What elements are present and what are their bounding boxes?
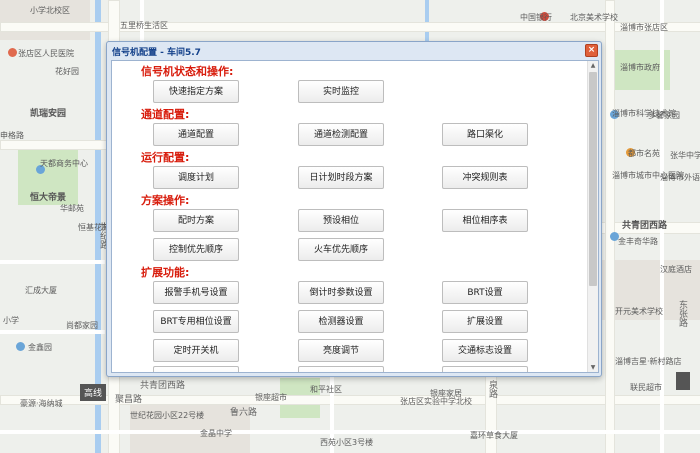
map-label: 多馨家园 [648, 111, 680, 120]
map-road-label: 鲁六路 [230, 408, 258, 418]
scrollbar-thumb[interactable] [589, 72, 597, 286]
train-priority-order-button[interactable]: 火车优先顺序 [298, 238, 384, 261]
map-label: 金丰奇华路 [618, 237, 658, 246]
map-road [605, 0, 615, 453]
section-plan-operations: 方案操作: [141, 194, 190, 207]
map-road-label: 东张路 [677, 300, 687, 327]
quick-plan-button[interactable]: 快速指定方案 [153, 80, 239, 103]
section-channel-config: 通道配置: [141, 108, 190, 121]
map-label: 世纪花园小区22号楼 [130, 411, 205, 420]
traffic-sign-setting-button[interactable]: 交通标志设置 [442, 339, 528, 362]
map-label: 凯瑞安园 [30, 109, 67, 119]
map-road [0, 260, 105, 264]
phase-sequence-table-button[interactable]: 相位相序表 [442, 209, 528, 232]
map-badge[interactable]: 高线 [80, 384, 107, 401]
map-label: 都市名苑 [628, 149, 660, 158]
map-label: 汇成大厦 [25, 286, 57, 295]
map-label: 金鑫园 [28, 343, 52, 352]
map-label: 豪源·海纳城 [20, 399, 63, 408]
brt-setting-button[interactable]: BRT设置 [442, 281, 528, 304]
map-road [0, 430, 700, 434]
map-label: 天都商务中心 [40, 159, 88, 168]
map-label: 开元美术学校 [615, 307, 663, 316]
map-label: 汉庭酒店 [660, 265, 692, 274]
map-label: 中国银行 [520, 13, 552, 22]
clipped-button[interactable] [442, 366, 528, 372]
section-extensions: 扩展功能: [141, 266, 190, 279]
map-label: 申格路 [0, 131, 24, 140]
map-label: 张店区人民医院 [18, 49, 74, 58]
map-label: 淄博吉星·新村路店 [615, 357, 682, 366]
timed-switch-button[interactable]: 定时开关机 [153, 339, 239, 362]
close-icon[interactable]: × [585, 44, 598, 57]
map-label: 尚都家园 [66, 321, 98, 330]
intersection-render-button[interactable]: 路口渠化 [442, 123, 528, 146]
map-road [0, 22, 700, 32]
map-label: 嘉环草食大厦 [470, 431, 518, 440]
map-label: 共青团西路 [622, 221, 668, 231]
control-priority-order-button[interactable]: 控制优先顺序 [153, 238, 239, 261]
map-label: 小学 [3, 316, 19, 325]
signal-config-dialog: 信号机配置 - 车间5.7 × 信号机状态和操作: 快速指定方案 实时监控 通道… [106, 41, 602, 377]
dialog-titlebar[interactable]: 信号机配置 - 车间5.7 × [107, 42, 601, 58]
brightness-adjust-button[interactable]: 亮度调节 [298, 339, 384, 362]
clipped-button[interactable] [298, 366, 384, 372]
timing-plan-button[interactable]: 配时方案 [153, 209, 239, 232]
map-label: 花好园 [55, 67, 79, 76]
scroll-up-icon[interactable]: ▲ [588, 61, 598, 70]
map-road [0, 140, 112, 150]
map-badge-icon[interactable] [676, 372, 690, 390]
map-road-label: 聚昌路 [115, 395, 143, 405]
map-label: 张华中学 [670, 151, 700, 160]
map-label: 华邮苑 [60, 204, 84, 213]
map-label: 小学北校区 [30, 6, 70, 15]
map-label: 恒大帝景 [30, 193, 67, 203]
realtime-monitor-button[interactable]: 实时监控 [298, 80, 384, 103]
map-label: 淄博市张店区 [620, 23, 668, 32]
vertical-scrollbar[interactable]: ▲ ▼ [587, 61, 598, 372]
dialog-content: 信号机状态和操作: 快速指定方案 实时监控 通道配置: 通道配置 通道检测配置 … [111, 60, 599, 373]
alarm-phone-setting-button[interactable]: 报警手机号设置 [153, 281, 239, 304]
scroll-down-icon[interactable]: ▼ [588, 363, 598, 372]
map-label: 淄博市外语实验学校 [660, 173, 700, 182]
section-signal-status: 信号机状态和操作: [141, 65, 234, 78]
map-label: 北京美术学校 [570, 13, 618, 22]
map-label: 西苑小区3号楼 [320, 438, 374, 447]
map-poi-icon [16, 342, 25, 351]
map-poi-icon [8, 48, 17, 57]
map-label: 银座超市 [255, 393, 287, 402]
conflict-table-button[interactable]: 冲突规则表 [442, 166, 528, 189]
map-road-label: 共青团西路 [140, 381, 186, 391]
detector-setting-button[interactable]: 检测器设置 [298, 310, 384, 333]
schedule-plan-button[interactable]: 调度计划 [153, 166, 239, 189]
channel-detect-config-button[interactable]: 通道检测配置 [298, 123, 384, 146]
map-label: 银座家居 [430, 389, 462, 398]
channel-config-button[interactable]: 通道配置 [153, 123, 239, 146]
map-label: 淄博市政府 [620, 63, 660, 72]
map-label: 和平社区 [310, 385, 342, 394]
daily-period-plan-button[interactable]: 日计划时段方案 [298, 166, 384, 189]
map-label: 五里桥生活区 [120, 21, 168, 30]
extension-setting-button[interactable]: 扩展设置 [442, 310, 528, 333]
map-label: 金晶中学 [200, 429, 232, 438]
clipped-button[interactable] [153, 366, 239, 372]
brt-phase-setting-button[interactable]: BRT专用相位设置 [153, 310, 239, 333]
map-label: 联民超市 [630, 383, 662, 392]
preset-phase-button[interactable]: 预设相位 [298, 209, 384, 232]
countdown-param-setting-button[interactable]: 倒计时参数设置 [298, 281, 384, 304]
map-road-label: 泉路 [487, 380, 497, 398]
section-run-config: 运行配置: [141, 151, 190, 164]
dialog-title: 信号机配置 - 车间5.7 [112, 48, 201, 58]
